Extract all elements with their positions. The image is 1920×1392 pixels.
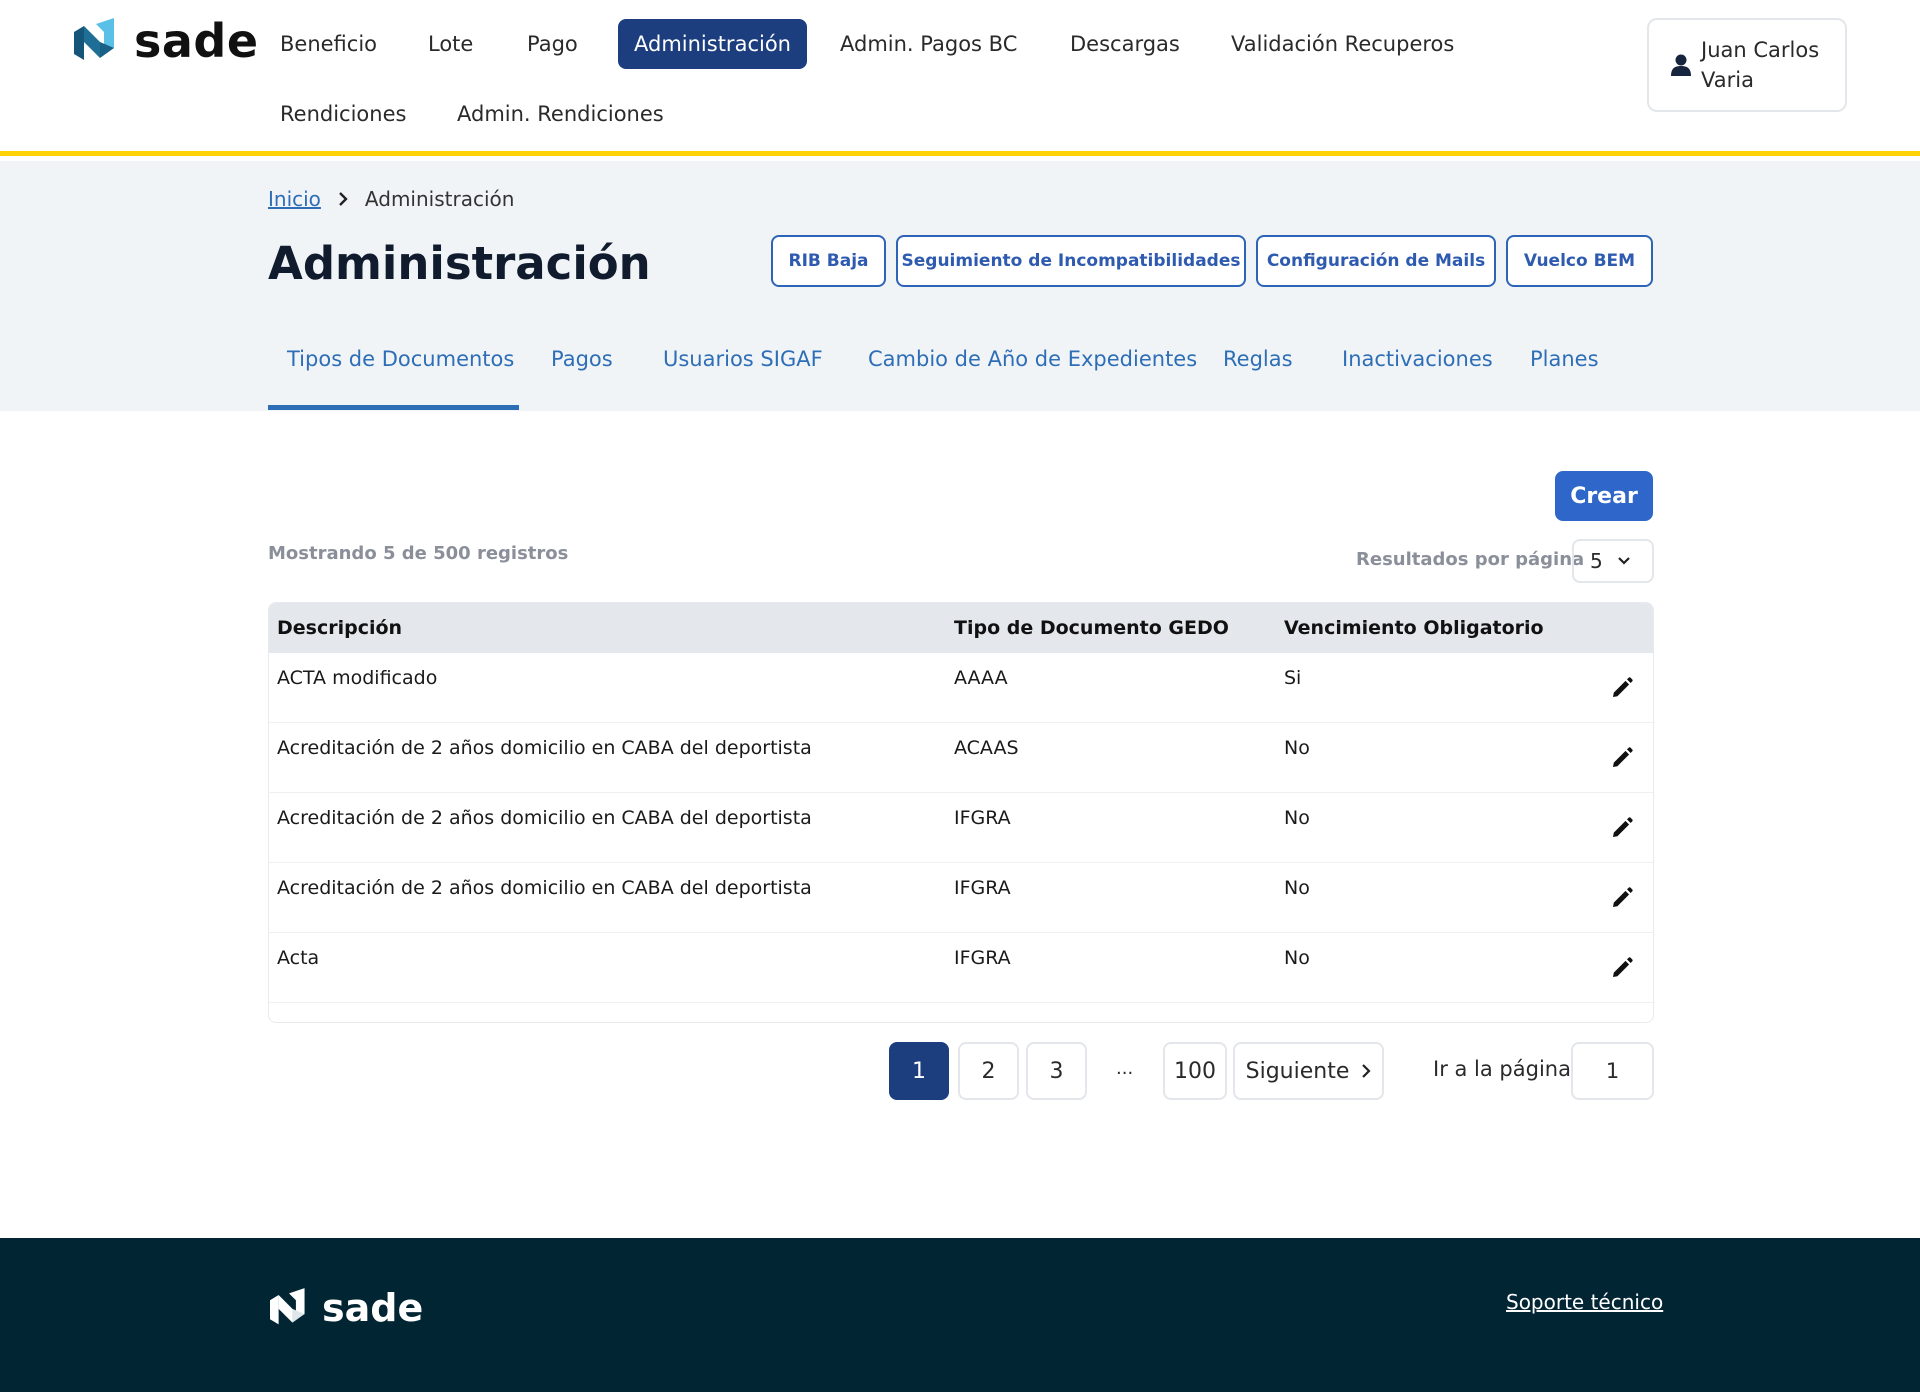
- cell-descripcion: Acreditación de 2 años domicilio en CABA…: [277, 807, 812, 829]
- nav-item-pago[interactable]: Pago: [511, 19, 594, 69]
- nav-item-admin-pagos-bc[interactable]: Admin. Pagos BC: [824, 19, 1033, 69]
- cell-vencimiento: Si: [1284, 667, 1302, 689]
- footer-logo: sade: [270, 1288, 423, 1328]
- cell-tipo-gedo: IFGRA: [954, 807, 1011, 829]
- page-button-100[interactable]: 100: [1163, 1042, 1227, 1100]
- edit-icon[interactable]: [1607, 953, 1637, 983]
- nav-item-validacion-recuperos[interactable]: Validación Recuperos: [1215, 19, 1470, 69]
- vuelco-bem-button[interactable]: Vuelco BEM: [1506, 235, 1653, 287]
- tab-cambio-anio-expedientes[interactable]: Cambio de Año de Expedientes: [868, 347, 1197, 371]
- nav-item-admin-rendiciones[interactable]: Admin. Rendiciones: [441, 89, 680, 139]
- cell-vencimiento: No: [1284, 807, 1310, 829]
- tab-planes[interactable]: Planes: [1530, 347, 1599, 371]
- cell-tipo-gedo: IFGRA: [954, 877, 1011, 899]
- chevron-down-icon: [1617, 557, 1630, 565]
- per-page-value: 5: [1590, 549, 1603, 573]
- nav-item-descargas[interactable]: Descargas: [1054, 19, 1196, 69]
- next-page-label: Siguiente: [1245, 1058, 1350, 1084]
- chevron-right-icon: [1362, 1064, 1371, 1078]
- table-row: Acta IFGRA No: [269, 933, 1653, 1003]
- rib-baja-button[interactable]: RIB Baja: [771, 235, 886, 287]
- active-tab-indicator: [268, 405, 519, 410]
- records-count: Mostrando 5 de 500 registros: [268, 543, 569, 564]
- cell-tipo-gedo: ACAAS: [954, 737, 1019, 759]
- page-banner: Inicio Administración Administración RIB…: [0, 161, 1920, 411]
- nav-item-beneficio[interactable]: Beneficio: [264, 19, 393, 69]
- table-row: Acreditación de 2 años domicilio en CABA…: [269, 863, 1653, 933]
- cell-tipo-gedo: IFGRA: [954, 947, 1011, 969]
- sade-logo-icon: [270, 1288, 305, 1325]
- logo-text: sade: [134, 14, 259, 68]
- cell-tipo-gedo: AAAA: [954, 667, 1008, 689]
- next-page-button[interactable]: Siguiente: [1233, 1042, 1384, 1100]
- column-header-vencimiento-obligatorio: Vencimiento Obligatorio: [1284, 617, 1544, 639]
- page-button-1[interactable]: 1: [889, 1042, 949, 1100]
- cell-descripcion: Acreditación de 2 años domicilio en CABA…: [277, 877, 812, 899]
- sade-logo-icon: [74, 18, 114, 60]
- support-link[interactable]: Soporte técnico: [1506, 1290, 1663, 1314]
- goto-page-label: Ir a la página: [1433, 1057, 1571, 1081]
- table-row: Acreditación de 2 años domicilio en CABA…: [269, 723, 1653, 793]
- edit-icon[interactable]: [1607, 673, 1637, 703]
- user-name: Juan Carlos Varia: [1701, 38, 1820, 92]
- cell-vencimiento: No: [1284, 877, 1310, 899]
- page-title: Administración: [268, 237, 651, 290]
- tab-pagos[interactable]: Pagos: [551, 347, 613, 371]
- cell-descripcion: ACTA modificado: [277, 667, 438, 689]
- goto-page-input[interactable]: 1: [1571, 1042, 1654, 1100]
- breadcrumb-home-link[interactable]: Inicio: [268, 187, 321, 211]
- chevron-right-icon: [339, 192, 348, 206]
- pagination-ellipsis: ...: [1116, 1058, 1134, 1079]
- tab-reglas[interactable]: Reglas: [1223, 347, 1293, 371]
- edit-icon[interactable]: [1607, 813, 1637, 843]
- table-header: Descripción Tipo de Documento GEDO Venci…: [269, 603, 1653, 653]
- page-button-3[interactable]: 3: [1026, 1042, 1087, 1100]
- nav-item-rendiciones[interactable]: Rendiciones: [264, 89, 422, 139]
- breadcrumb-current: Administración: [364, 187, 515, 211]
- edit-icon[interactable]: [1607, 743, 1637, 773]
- user-menu-button[interactable]: Juan Carlos Varia: [1647, 18, 1847, 112]
- cell-descripcion: Acta: [277, 947, 320, 969]
- nav-item-lote[interactable]: Lote: [412, 19, 489, 69]
- tab-tipos-de-documentos[interactable]: Tipos de Documentos: [287, 347, 514, 371]
- page-button-2[interactable]: 2: [958, 1042, 1019, 1100]
- user-icon: [1671, 54, 1691, 76]
- seguimiento-incompatibilidades-button[interactable]: Seguimiento de Incompatibilidades: [896, 235, 1246, 287]
- cell-descripcion: Acreditación de 2 años domicilio en CABA…: [277, 737, 812, 759]
- column-header-descripcion: Descripción: [277, 617, 403, 639]
- cell-vencimiento: No: [1284, 947, 1310, 969]
- footer: sade Soporte técnico: [0, 1238, 1920, 1392]
- per-page-label: Resultados por página: [1356, 549, 1585, 570]
- footer-logo-text: sade: [322, 1286, 424, 1330]
- create-button[interactable]: Crear: [1555, 471, 1653, 521]
- nav-item-administracion[interactable]: Administración: [618, 19, 807, 69]
- tab-usuarios-sigaf[interactable]: Usuarios SIGAF: [663, 347, 823, 371]
- tab-inactivaciones[interactable]: Inactivaciones: [1342, 347, 1493, 371]
- table-row: ACTA modificado AAAA Si: [269, 653, 1653, 723]
- column-header-tipo-documento-gedo: Tipo de Documento GEDO: [954, 617, 1229, 639]
- document-types-table: Descripción Tipo de Documento GEDO Venci…: [268, 602, 1654, 1023]
- cell-vencimiento: No: [1284, 737, 1310, 759]
- per-page-select[interactable]: 5: [1572, 539, 1654, 583]
- sade-logo[interactable]: sade: [74, 18, 259, 64]
- top-header: sade Beneficio Lote Pago Administración …: [0, 0, 1920, 156]
- breadcrumb: Inicio Administración: [268, 187, 514, 211]
- edit-icon[interactable]: [1607, 883, 1637, 913]
- configuracion-mails-button[interactable]: Configuración de Mails: [1256, 235, 1496, 287]
- table-row: Acreditación de 2 años domicilio en CABA…: [269, 793, 1653, 863]
